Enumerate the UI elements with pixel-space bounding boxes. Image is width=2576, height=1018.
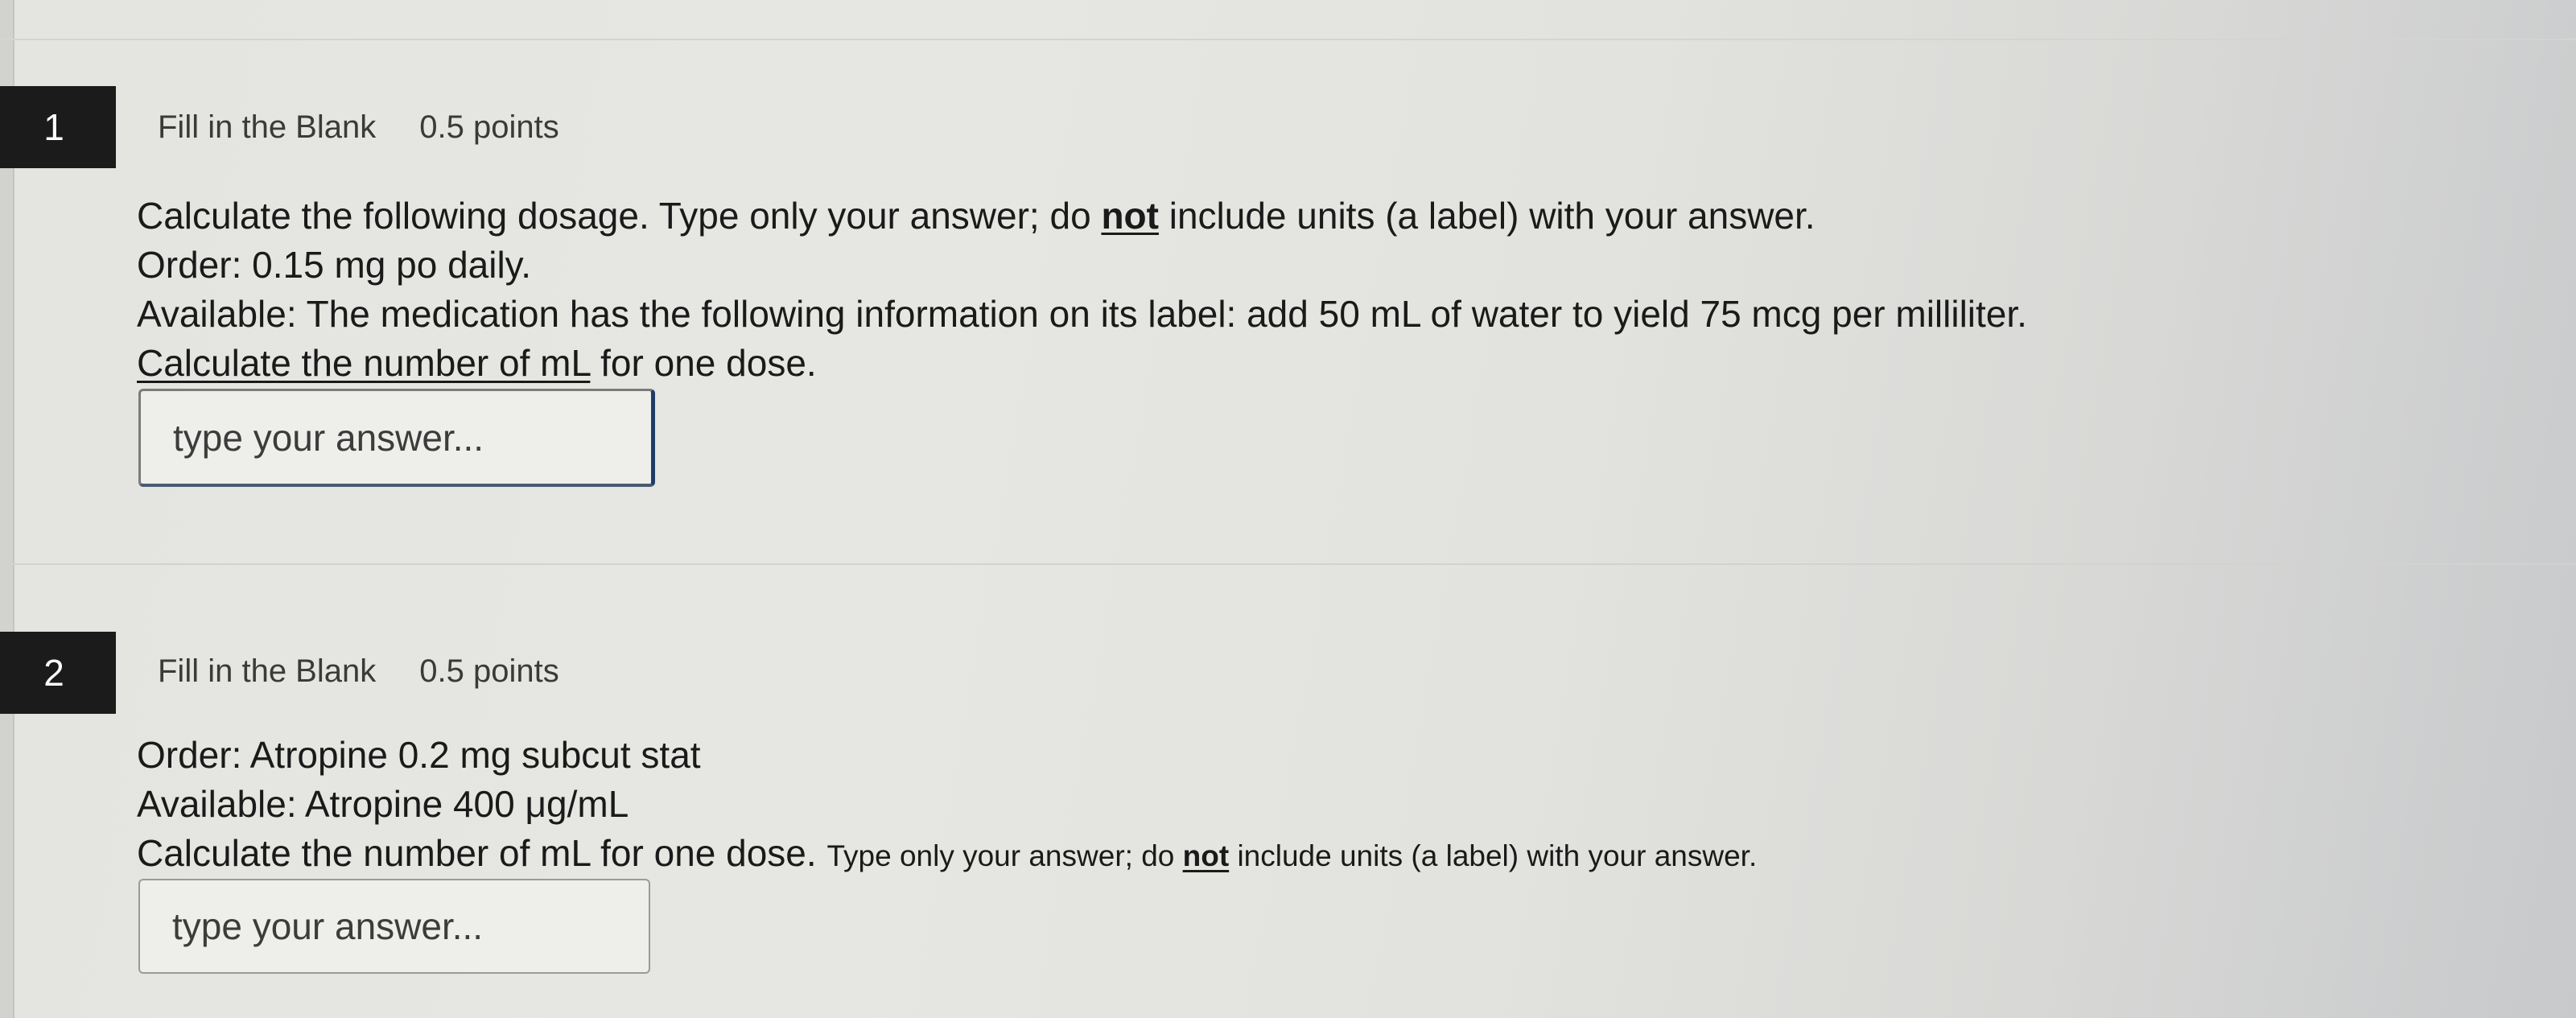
question-number-badge: 1 (0, 86, 116, 168)
answer-input-q2[interactable] (138, 879, 650, 974)
prompt-underlined-text: Calculate the number of mL (137, 342, 591, 384)
prompt-line: Calculate the number of mL for one dose. (137, 339, 2027, 388)
prompt-line: Calculate the following dosage. Type onl… (137, 192, 2027, 241)
prompt-line: Available: The medication has the follow… (137, 293, 2027, 335)
prompt-line: Available: Atropine 400 μg/mL (137, 783, 629, 825)
answer-input-q1[interactable] (138, 389, 655, 487)
prompt-line: Order: 0.15 mg po daily. (137, 244, 532, 286)
prompt-line: Calculate the number of mL for one dose.… (137, 829, 1757, 880)
prompt-line: Order: Atropine 0.2 mg subcut stat (137, 734, 701, 776)
prompt-emphasis: not (1101, 195, 1159, 237)
question-divider (13, 563, 2576, 565)
prompt-text: for one dose. (590, 342, 817, 384)
prompt-text: Calculate the number of mL for one dose. (137, 832, 827, 874)
question-header: Fill in the Blank 0.5 points (158, 109, 559, 146)
top-divider (0, 39, 2576, 40)
prompt-text: Calculate the following dosage. Type onl… (137, 195, 1102, 237)
question-prompt: Calculate the following dosage. Type onl… (137, 192, 2027, 388)
prompt-text: include units (a label) with your answer… (1158, 195, 1816, 237)
prompt-instruction: include units (a label) with your answer… (1229, 839, 1758, 872)
prompt-emphasis: not (1182, 839, 1230, 872)
question-points: 0.5 points (419, 653, 559, 689)
question-type-label: Fill in the Blank (158, 653, 377, 689)
prompt-instruction: Type only your answer; do (826, 839, 1183, 872)
question-header: Fill in the Blank 0.5 points (158, 653, 559, 690)
question-points: 0.5 points (419, 109, 559, 145)
question-number-badge: 2 (0, 632, 116, 714)
question-prompt: Order: Atropine 0.2 mg subcut stat Avail… (137, 731, 1757, 880)
question-type-label: Fill in the Blank (158, 109, 377, 145)
